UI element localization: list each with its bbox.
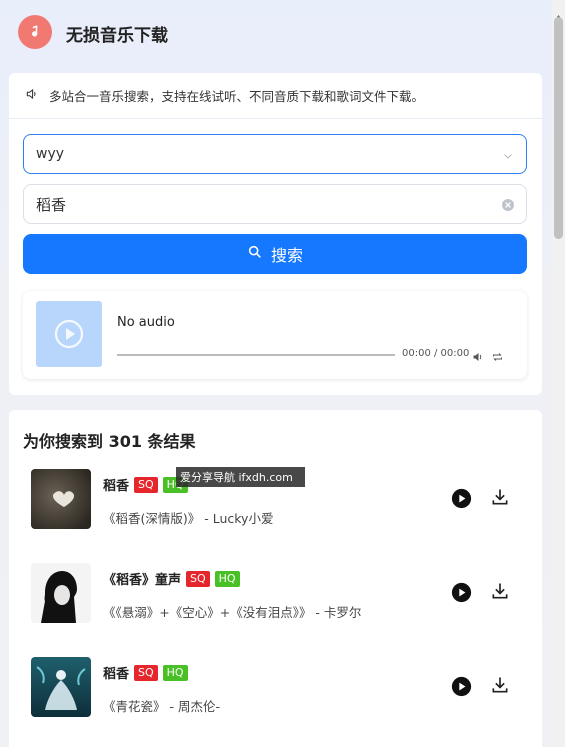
clear-icon[interactable] xyxy=(502,199,514,211)
notice-bar: 多站合一音乐搜索，支持在线试听、不同音质下载和歌词文件下载。 xyxy=(9,73,542,119)
search-panel: 多站合一音乐搜索，支持在线试听、不同音质下载和歌词文件下载。 wyy 稻香 搜索 xyxy=(9,73,542,395)
player-progress-bar[interactable] xyxy=(117,354,395,356)
download-icon[interactable] xyxy=(490,581,510,605)
sq-badge[interactable]: SQ xyxy=(134,476,158,493)
loop-icon[interactable] xyxy=(491,348,504,367)
player-time: 00:00 / 00:00 xyxy=(402,348,470,359)
download-icon[interactable] xyxy=(490,487,510,511)
song-album-artist: 《稻香(深情版)》 - Lucky小爱 xyxy=(103,511,274,526)
song-name: 稻香 xyxy=(103,479,130,494)
result-row: 稻香 SQ HQ 《青花瓷》 - 周杰伦- xyxy=(9,657,542,719)
search-button[interactable]: 搜索 xyxy=(23,234,527,274)
song-album-artist: 《青花瓷》 - 周杰伦- xyxy=(103,699,220,714)
results-panel: 为你搜索到 301 条结果 稻香 SQ HQ 《稻香(深情版)》 - Lucky… xyxy=(9,410,542,747)
song-name: 稻香 xyxy=(103,667,130,682)
source-select-value: wyy xyxy=(36,146,65,162)
play-icon[interactable] xyxy=(451,582,472,607)
hq-badge[interactable]: HQ xyxy=(214,570,240,587)
scrollbar-thumb[interactable] xyxy=(554,17,563,239)
notice-text: 多站合一音乐搜索，支持在线试听、不同音质下载和歌词文件下载。 xyxy=(49,89,425,104)
result-row: 《稻香》童声 SQ HQ 《《悬溺》+《空心》+《没有泪点》》 - 卡罗尔 xyxy=(9,563,542,625)
song-album-artist: 《《悬溺》+《空心》+《没有泪点》》 - 卡罗尔 xyxy=(103,605,362,620)
player-title: No audio xyxy=(117,315,175,330)
sq-badge[interactable]: SQ xyxy=(186,570,210,587)
search-icon xyxy=(247,244,263,264)
song-title-line: 《稻香》童声 SQ HQ xyxy=(103,569,240,588)
search-input[interactable]: 稻香 xyxy=(23,184,527,224)
results-title: 为你搜索到 301 条结果 xyxy=(23,432,196,451)
chevron-down-icon xyxy=(502,147,514,166)
play-icon[interactable] xyxy=(451,676,472,701)
sq-badge[interactable]: SQ xyxy=(134,664,158,681)
page: 无损音乐下载 多站合一音乐搜索，支持在线试听、不同音质下载和歌词文件下载。 wy… xyxy=(0,0,552,747)
player-play-icon[interactable] xyxy=(36,301,102,367)
song-title-line: 稻香 SQ HQ xyxy=(103,475,188,494)
audio-player: No audio 00:00 / 00:00 xyxy=(23,291,527,379)
volume-icon[interactable] xyxy=(472,348,484,367)
scrollbar[interactable] xyxy=(552,0,565,747)
music-note-icon xyxy=(18,15,52,49)
song-name: 《稻香》童声 xyxy=(103,573,182,588)
app-header: 无损音乐下载 xyxy=(0,0,552,66)
album-cover xyxy=(31,469,91,529)
hq-badge[interactable]: HQ xyxy=(162,664,188,681)
search-button-label: 搜索 xyxy=(270,246,303,265)
search-input-value: 稻香 xyxy=(36,195,67,214)
download-icon[interactable] xyxy=(490,675,510,699)
album-cover xyxy=(31,563,91,623)
speaker-icon xyxy=(25,86,39,105)
song-title-line: 稻香 SQ HQ xyxy=(103,663,188,682)
play-icon[interactable] xyxy=(451,488,472,513)
app-title: 无损音乐下载 xyxy=(66,26,168,46)
album-cover xyxy=(31,657,91,717)
source-select[interactable]: wyy xyxy=(23,134,527,174)
watermark-label: 爱分享导航 ifxdh.com xyxy=(176,467,305,487)
